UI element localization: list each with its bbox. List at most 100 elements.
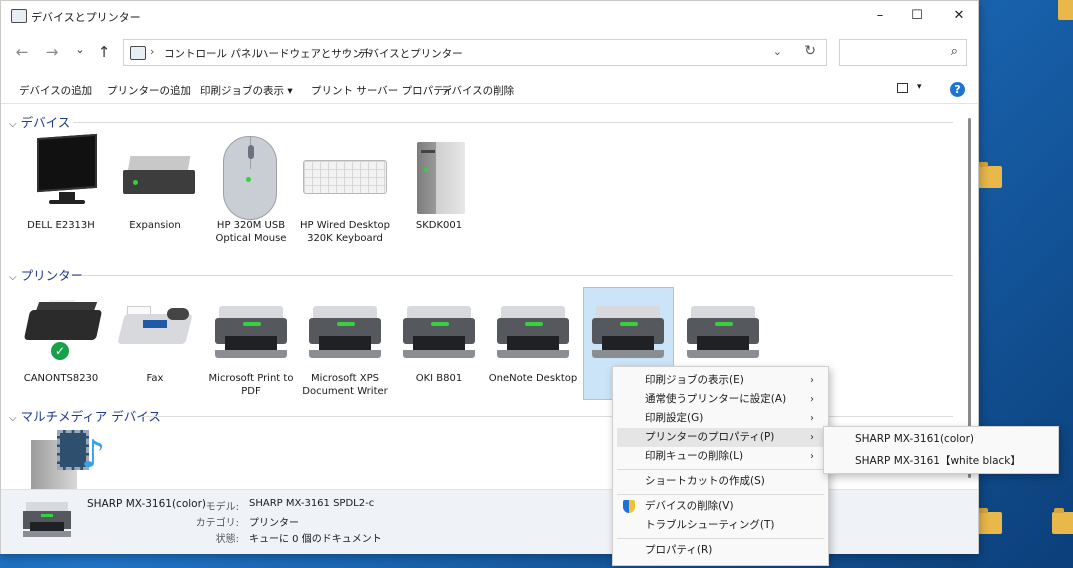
printer-icon bbox=[23, 502, 71, 538]
printer-item[interactable]: Microsoft XPS Document Writer bbox=[302, 288, 388, 397]
printer-icon bbox=[309, 306, 381, 358]
view-dropdown-icon[interactable]: ▾ bbox=[917, 82, 922, 92]
printer-icon bbox=[403, 306, 475, 358]
group-divider bbox=[81, 275, 953, 276]
printer-icon bbox=[215, 306, 287, 358]
control-panel-icon bbox=[11, 9, 27, 23]
chevron-right-icon: › bbox=[810, 375, 814, 386]
device-item[interactable]: HP Wired Desktop 320K Keyboard bbox=[300, 136, 390, 266]
device-label: DELL E2313H bbox=[27, 220, 95, 231]
submenu-item-color[interactable]: SHARP MX-3161(color) bbox=[855, 433, 974, 445]
device-item[interactable]: DELL E2313H bbox=[19, 133, 103, 236]
menu-item-troubleshoot[interactable]: トラブルシューティング(T) bbox=[617, 516, 824, 535]
address-dropdown-icon[interactable]: ⌄ bbox=[773, 45, 782, 58]
menu-item-create-shortcut[interactable]: ショートカットの作成(S) bbox=[617, 472, 824, 491]
printer-item[interactable]: Microsoft Print to PDF bbox=[209, 288, 293, 397]
menu-item-remove-device[interactable]: デバイスの削除(V) bbox=[617, 497, 824, 516]
navigation-bar: ← → ⌄ ↑ › コントロール パネル › ハードウェアとサウンド › デバイ… bbox=[1, 35, 978, 71]
group-header-printers[interactable]: ⌵ プリンター bbox=[9, 265, 83, 284]
shield-icon bbox=[623, 500, 635, 513]
menu-item-set-default[interactable]: 通常使うプリンターに設定(A) › bbox=[617, 390, 824, 409]
forward-arrow-icon[interactable]: → bbox=[43, 43, 61, 61]
add-device-button[interactable]: デバイスの追加 bbox=[19, 83, 92, 98]
search-icon[interactable]: ⌕ bbox=[951, 44, 958, 59]
desktop-folder-icon[interactable] bbox=[1058, 0, 1073, 20]
device-item[interactable]: HP 320M USB Optical Mouse bbox=[209, 136, 293, 266]
printer-label: Microsoft Print to PDF bbox=[208, 373, 294, 397]
device-label: Expansion bbox=[129, 220, 181, 231]
print-jobs-button[interactable]: 印刷ジョブの表示 ▾ bbox=[200, 83, 293, 98]
title-bar: デバイスとプリンター – ☐ ✕ bbox=[1, 1, 978, 31]
printer-label: Microsoft XPS Document Writer bbox=[302, 373, 388, 397]
refresh-icon[interactable]: ↻ bbox=[804, 43, 816, 59]
address-bar[interactable]: › コントロール パネル › ハードウェアとサウンド › デバイスとプリンター … bbox=[123, 39, 827, 66]
help-icon[interactable]: ? bbox=[950, 82, 965, 97]
monitor-icon bbox=[37, 133, 97, 204]
category-value: プリンター bbox=[249, 518, 299, 529]
printer-label: Fax bbox=[146, 373, 164, 384]
drive-icon bbox=[123, 156, 195, 194]
submenu-item-white-black[interactable]: SHARP MX-3161【white black】 bbox=[855, 453, 1021, 468]
menu-item-print-jobs[interactable]: 印刷ジョブの表示(E) › bbox=[617, 371, 824, 390]
menu-item-properties[interactable]: プロパティ(R) bbox=[617, 541, 824, 560]
computer-tower-icon bbox=[417, 142, 465, 214]
chevron-right-icon: › bbox=[810, 451, 814, 462]
status-label: 状態: bbox=[215, 534, 239, 545]
search-input[interactable]: ⌕ bbox=[839, 39, 967, 66]
menu-item-printer-properties[interactable]: プリンターのプロパティ(P) › bbox=[617, 428, 824, 447]
printer-item[interactable]: OneNote Desktop bbox=[489, 288, 577, 388]
printer-item[interactable]: ✓ CANONTS8230 bbox=[19, 288, 103, 388]
window-title: デバイスとプリンター bbox=[31, 11, 141, 24]
printer-icon bbox=[497, 306, 569, 358]
group-divider bbox=[73, 122, 953, 123]
default-check-icon: ✓ bbox=[49, 340, 71, 362]
remove-device-button[interactable]: デバイスの削除 bbox=[441, 83, 514, 98]
chevron-right-icon: › bbox=[810, 432, 814, 443]
inkjet-printer-icon: ✓ bbox=[23, 300, 103, 362]
menu-separator bbox=[617, 469, 824, 470]
device-item[interactable]: SKDK001 bbox=[397, 136, 481, 236]
chevron-right-icon: › bbox=[810, 413, 814, 424]
up-arrow-icon[interactable]: ↑ bbox=[95, 43, 113, 61]
desktop-folder-icon[interactable] bbox=[976, 162, 1002, 188]
maximize-button[interactable]: ☐ bbox=[895, 1, 939, 31]
context-menu: 印刷ジョブの表示(E) › 通常使うプリンターに設定(A) › 印刷設定(G) › プ… bbox=[612, 366, 829, 566]
media-server-icon: ♪ bbox=[25, 430, 105, 489]
printer-label: CANONTS8230 bbox=[23, 373, 99, 384]
breadcrumb-hardware-sound[interactable]: ハードウェアとサウンド bbox=[258, 46, 373, 61]
printer-icon bbox=[687, 306, 759, 358]
group-divider bbox=[141, 416, 953, 417]
status-value: キューに 0 個のドキュメント bbox=[249, 534, 382, 545]
multimedia-item[interactable]: ♪ bbox=[11, 422, 105, 489]
model-value: SHARP MX-3161 SPDL2-c bbox=[249, 498, 375, 509]
recent-locations-chevron-icon[interactable]: ⌄ bbox=[71, 43, 89, 61]
view-options-icon[interactable] bbox=[897, 83, 908, 93]
group-title: デバイス bbox=[20, 115, 71, 130]
desktop-folder-icon[interactable] bbox=[1052, 508, 1073, 534]
print-server-properties-button[interactable]: プリント サーバー プロパティ bbox=[311, 83, 453, 98]
menu-item-print-settings[interactable]: 印刷設定(G) › bbox=[617, 409, 824, 428]
breadcrumb-separator: › bbox=[245, 45, 250, 58]
desktop-folder-icon[interactable] bbox=[976, 508, 1002, 534]
device-item[interactable]: Expansion bbox=[113, 136, 197, 236]
chevron-down-icon: ⌵ bbox=[9, 272, 17, 283]
menu-item-clear-queue[interactable]: 印刷キューの削除(L) › bbox=[617, 447, 824, 466]
printer-item[interactable]: OKI B801 bbox=[397, 288, 481, 388]
breadcrumb-separator: › bbox=[344, 45, 349, 58]
details-pane: SHARP MX-3161(color) モデル: SHARP MX-3161 … bbox=[1, 489, 978, 554]
printer-item[interactable]: Fax bbox=[113, 288, 197, 388]
device-label: HP 320M USB Optical Mouse bbox=[215, 220, 287, 244]
back-arrow-icon[interactable]: ← bbox=[13, 43, 31, 61]
group-header-devices[interactable]: ⌵ デバイス bbox=[9, 112, 70, 131]
scrollbar-thumb[interactable] bbox=[968, 118, 971, 478]
control-panel-icon bbox=[130, 46, 146, 60]
close-button[interactable]: ✕ bbox=[937, 1, 981, 31]
menu-separator bbox=[617, 494, 824, 495]
add-printer-button[interactable]: プリンターの追加 bbox=[107, 83, 191, 98]
chevron-down-icon: ⌵ bbox=[9, 119, 17, 130]
device-label: HP Wired Desktop 320K Keyboard bbox=[300, 220, 390, 244]
printer-icon bbox=[592, 306, 664, 358]
printer-properties-submenu: SHARP MX-3161(color) SHARP MX-3161【white… bbox=[823, 426, 1059, 474]
breadcrumb-devices-printers[interactable]: デバイスとプリンター bbox=[358, 46, 463, 61]
keyboard-icon bbox=[303, 160, 387, 194]
